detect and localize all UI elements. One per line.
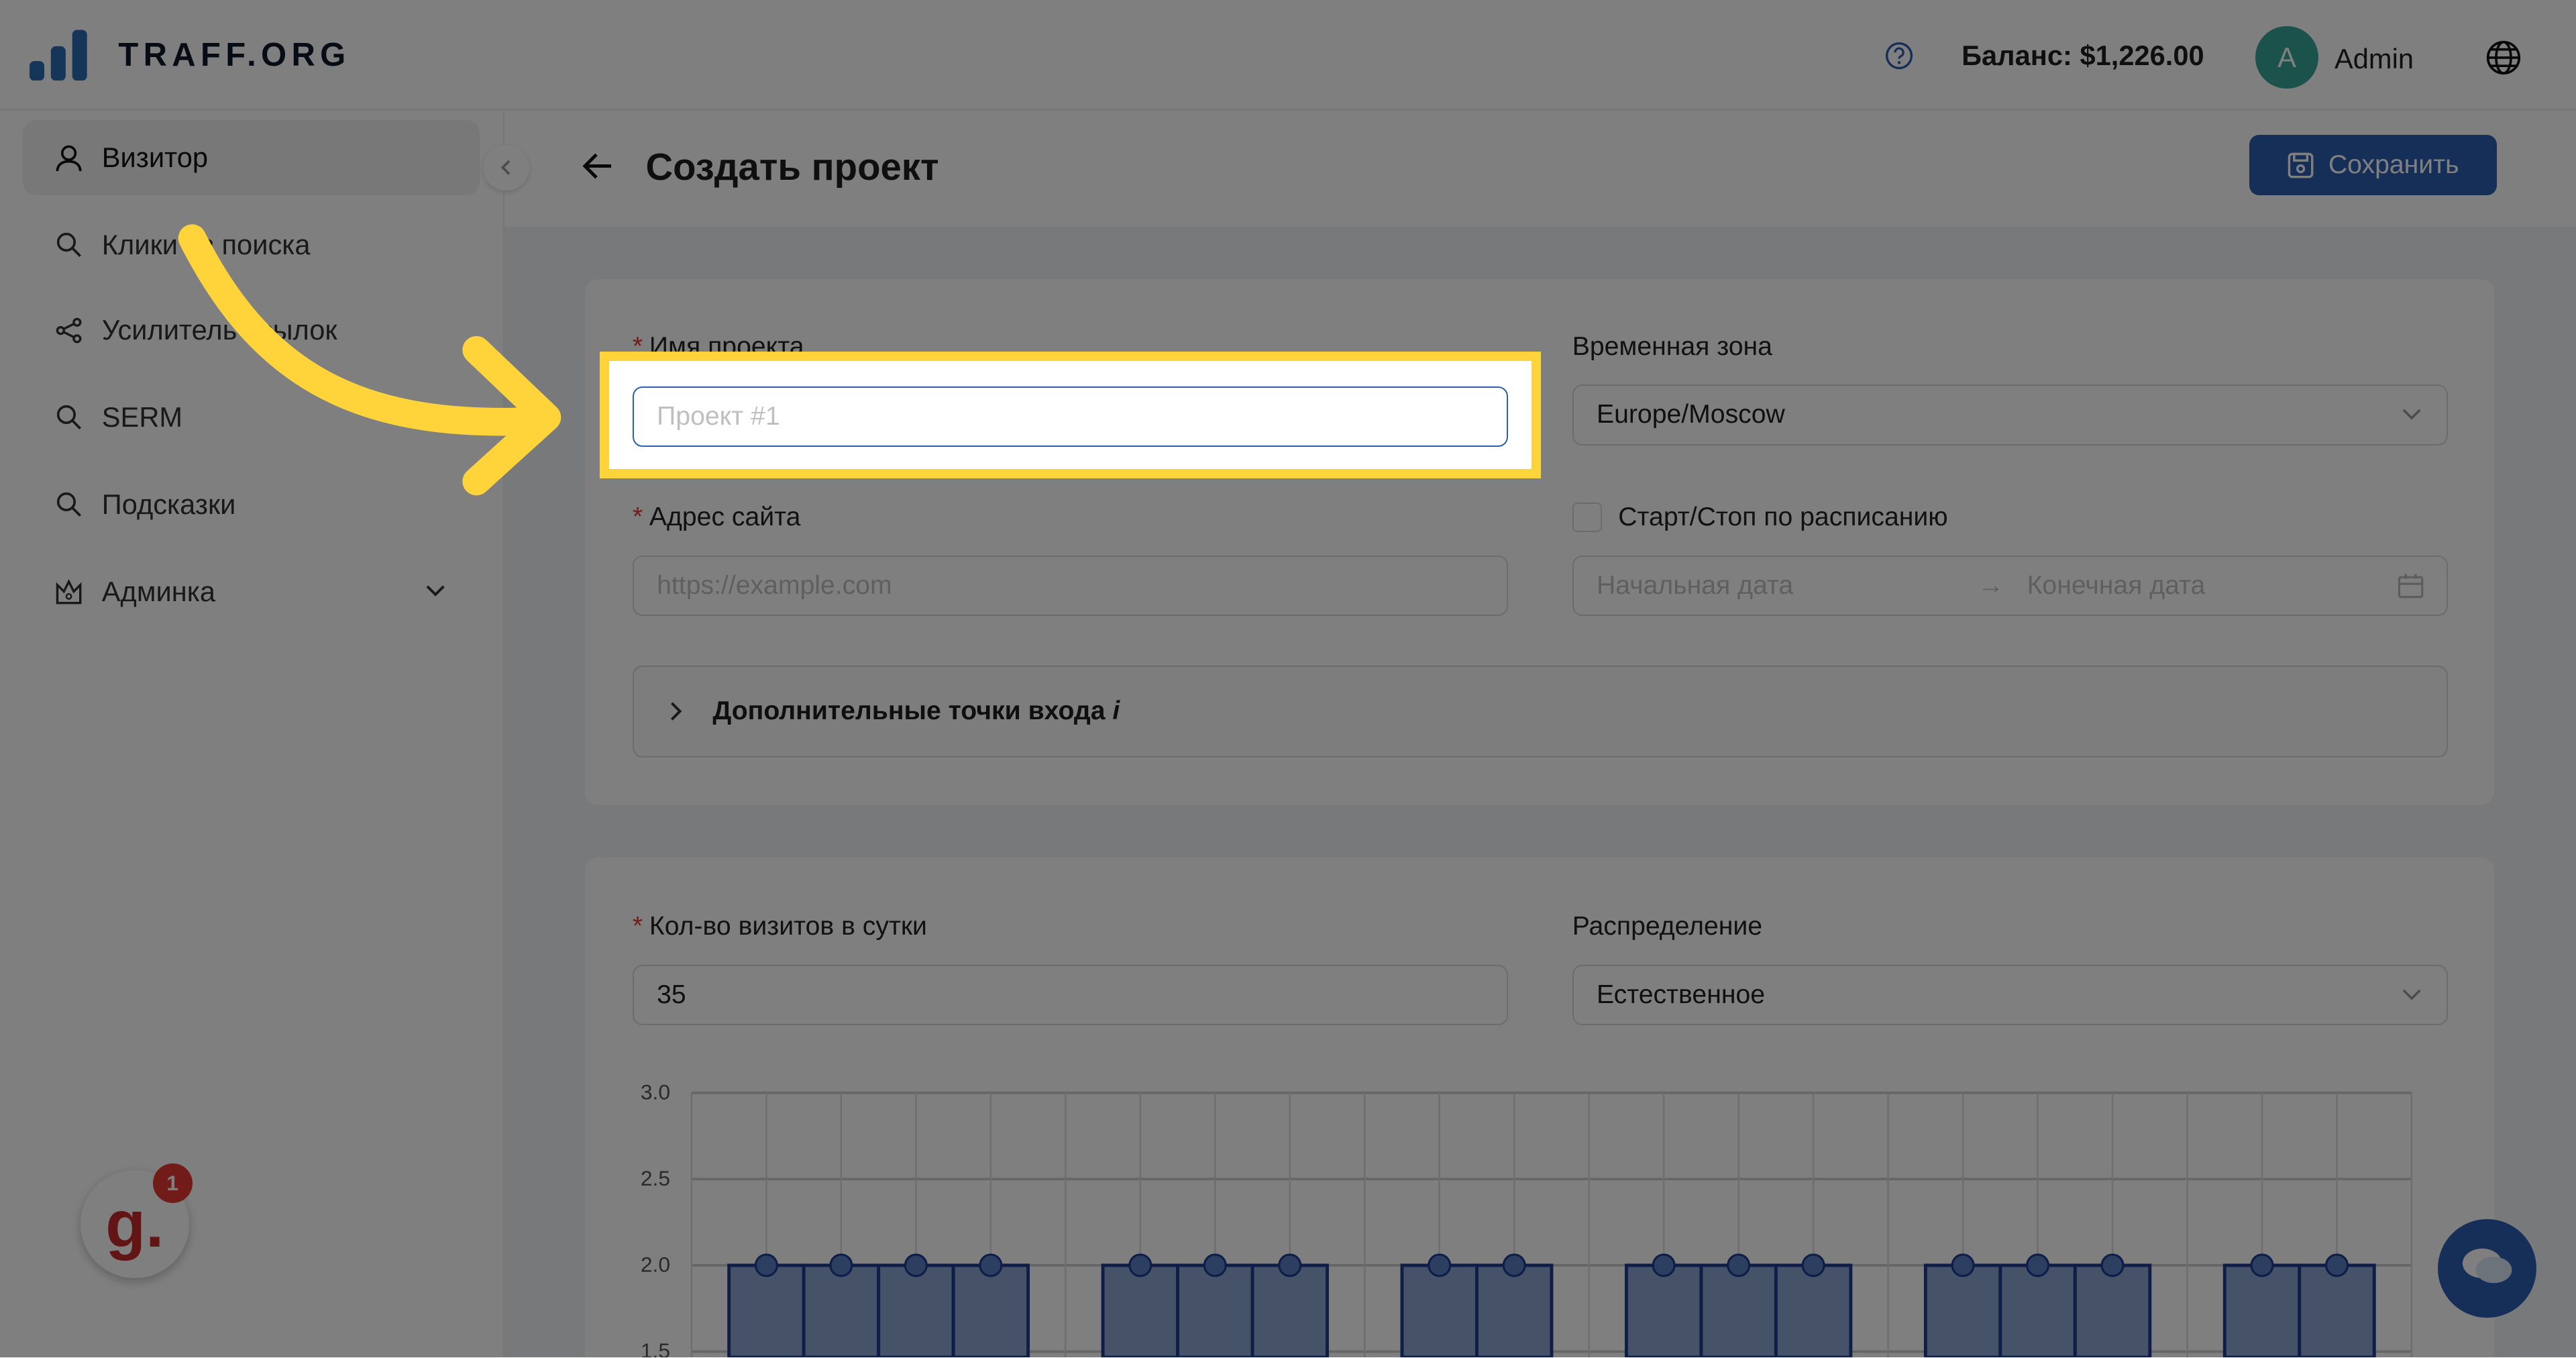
project-name-input[interactable]: Проект #1 [632,386,1509,448]
pointer-arrow-icon [178,224,561,496]
app-screen: TRAFF.ORG Баланс: $1,226.00 A Admin Визи… [0,0,2576,1357]
project-name-placeholder: Проект #1 [657,401,780,431]
